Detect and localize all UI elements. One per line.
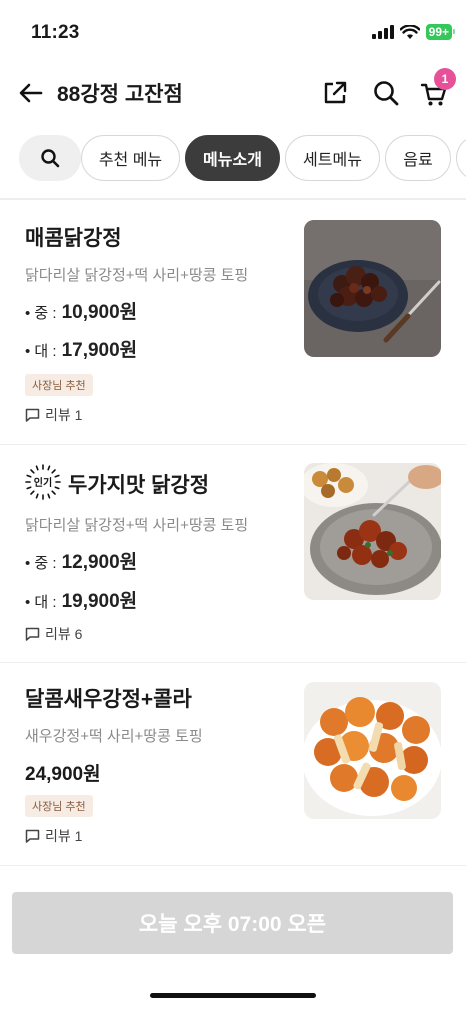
- menu-item-name: 두가지맛 닭강정: [68, 474, 210, 497]
- wifi-icon: [399, 24, 420, 39]
- header: 88강정 고잔점 1: [0, 66, 466, 118]
- price-size-label: • 대 :: [25, 594, 57, 611]
- menu-item-image: [304, 220, 441, 357]
- menu-item-name: 달콤새우강정+콜라: [25, 688, 192, 711]
- menu-item-description: 새우강정+떡 사리+땅콩 토핑: [25, 728, 203, 745]
- back-button[interactable]: [16, 78, 46, 108]
- status-bar: 11:23 99+: [0, 0, 466, 62]
- review-label: 리뷰 1: [45, 407, 83, 423]
- search-button[interactable]: [371, 78, 401, 108]
- review-count[interactable]: 리뷰 6: [25, 624, 82, 644]
- category-tabs: 추천 메뉴 메뉴소개 세트메뉴 음료: [0, 135, 466, 181]
- menu-item[interactable]: 달콤새우강정+콜라 새우강정+떡 사리+땅콩 토핑 24,900원 사장님 추천…: [0, 663, 466, 866]
- price-amount: 17,900원: [61, 340, 138, 361]
- menu-item[interactable]: 매콤닭강정 닭다리살 닭강정+떡 사리+땅콩 토핑 • 중 : 10,900원 …: [0, 200, 466, 445]
- price-amount: 24,900원: [25, 764, 101, 785]
- search-icon: [41, 149, 60, 168]
- price-option: • 대 : 19,900원: [25, 586, 137, 613]
- review-label: 리뷰 1: [45, 828, 83, 844]
- menu-item-image: [304, 463, 441, 600]
- price-amount: 19,900원: [61, 591, 138, 612]
- battery-indicator: 99+: [425, 24, 456, 40]
- share-button[interactable]: [320, 78, 350, 108]
- review-label: 리뷰 6: [45, 626, 83, 642]
- home-indicator: [150, 993, 316, 998]
- cart-count-badge: 1: [434, 68, 456, 90]
- comment-icon: [25, 408, 40, 422]
- price-option: • 대 : 17,900원: [25, 335, 137, 362]
- two-flavor-chicken-photo: [304, 463, 441, 600]
- menu-item[interactable]: 인기 두가지맛 닭강정 닭다리살 닭강정+떡 사리+땅콩 토핑 • 중 : 12…: [0, 445, 466, 663]
- owner-recommend-badge: 사장님 추천: [25, 795, 93, 817]
- menu-item-description: 닭다리살 닭강정+떡 사리+땅콩 토핑: [25, 517, 249, 534]
- share-icon: [324, 81, 347, 104]
- menu-search-button[interactable]: [19, 135, 81, 181]
- spicy-chicken-photo: [304, 220, 441, 357]
- tab-drinks[interactable]: 음료: [385, 135, 451, 181]
- sweet-shrimp-photo: [304, 682, 441, 819]
- tab-more[interactable]: [456, 135, 466, 181]
- owner-recommend-badge: 사장님 추천: [25, 374, 93, 396]
- divider: [0, 865, 466, 866]
- tab-menu-intro[interactable]: 메뉴소개: [185, 135, 280, 181]
- back-arrow-icon: [19, 83, 43, 103]
- comment-icon: [25, 627, 40, 641]
- search-icon: [374, 81, 399, 106]
- review-count[interactable]: 리뷰 1: [25, 405, 82, 425]
- popular-badge-icon: 인기: [25, 464, 61, 500]
- price-size-label: • 중 :: [25, 305, 57, 322]
- menu-item-image: [304, 682, 441, 819]
- tab-recommended[interactable]: 추천 메뉴: [81, 135, 180, 181]
- store-open-time-button[interactable]: 오늘 오후 07:00 오픈: [12, 892, 453, 954]
- popular-label: 인기: [34, 476, 52, 489]
- price-size-label: • 중 :: [25, 555, 57, 572]
- price-option: • 중 : 12,900원: [25, 547, 137, 574]
- page-title: 88강정 고잔점: [57, 83, 183, 106]
- review-count[interactable]: 리뷰 1: [25, 826, 82, 846]
- tab-set-menu[interactable]: 세트메뉴: [285, 135, 380, 181]
- comment-icon: [25, 829, 40, 843]
- price-amount: 10,900원: [61, 302, 138, 323]
- menu-item-description: 닭다리살 닭강정+떡 사리+땅콩 토핑: [25, 267, 249, 284]
- menu-item-name: 매콤닭강정: [25, 227, 122, 250]
- status-icons: 99+: [371, 24, 456, 40]
- status-time: 11:23: [31, 22, 80, 43]
- price-size-label: • 대 :: [25, 343, 57, 360]
- price-option: • 중 : 10,900원: [25, 297, 137, 324]
- price-amount: 12,900원: [61, 552, 138, 573]
- signal-icon: [371, 25, 394, 39]
